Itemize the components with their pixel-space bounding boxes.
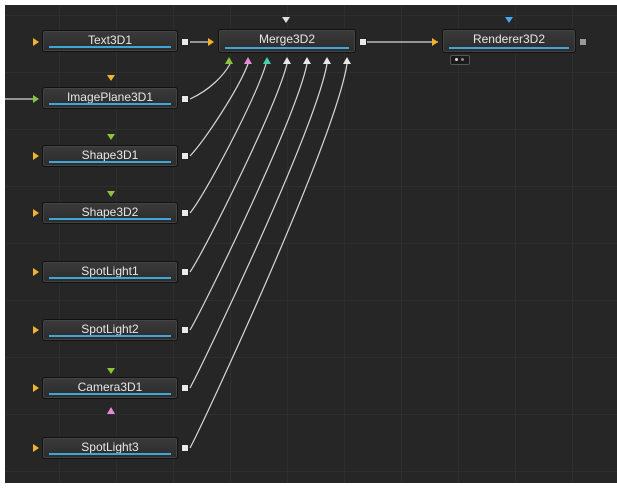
camera3d1-image-input[interactable] bbox=[107, 407, 115, 414]
node-camera3d1-bar bbox=[49, 393, 171, 395]
shape3d2-output[interactable] bbox=[181, 209, 189, 217]
spotlight1-input-arrow[interactable] bbox=[33, 268, 39, 276]
spotlight3-input-arrow[interactable] bbox=[33, 444, 39, 452]
shape3d1-input-arrow[interactable] bbox=[33, 152, 39, 160]
shape3d2-mask-input[interactable] bbox=[107, 191, 115, 197]
node-spotlight2[interactable]: SpotLight2 bbox=[42, 319, 178, 341]
node-shape3d2[interactable]: Shape3D2 bbox=[42, 202, 178, 224]
imageplane3d1-mask-input[interactable] bbox=[107, 75, 115, 81]
merge3d2-top-input[interactable] bbox=[282, 17, 290, 23]
node-imageplane3d1-bar bbox=[49, 103, 171, 105]
node-spotlight3[interactable]: SpotLight3 bbox=[42, 437, 178, 459]
node-camera3d1[interactable]: Camera3D1 bbox=[42, 377, 178, 399]
merge3d2-output[interactable] bbox=[359, 38, 367, 46]
node-shape3d1-bar bbox=[49, 161, 171, 163]
node-merge3d2-bar bbox=[225, 47, 349, 49]
text3d1-output[interactable] bbox=[181, 38, 189, 46]
spotlight2-output[interactable] bbox=[181, 326, 189, 334]
merge-input-2[interactable] bbox=[244, 57, 252, 64]
node-editor-canvas[interactable] bbox=[5, 5, 617, 483]
camera3d1-mask-input[interactable] bbox=[107, 368, 115, 374]
shape3d1-output[interactable] bbox=[181, 152, 189, 160]
node-spotlight1[interactable]: SpotLight1 bbox=[42, 261, 178, 283]
node-renderer3d2-label: Renderer3D2 bbox=[472, 32, 546, 46]
node-merge3d2-label: Merge3D2 bbox=[258, 32, 316, 46]
merge-input-5[interactable] bbox=[303, 57, 311, 64]
node-spotlight2-bar bbox=[49, 335, 171, 337]
renderer3d2-output[interactable] bbox=[579, 38, 587, 46]
renderer3d2-input-arrow[interactable] bbox=[432, 38, 438, 46]
renderer3d2-top-input[interactable] bbox=[505, 17, 513, 23]
node-merge3d2[interactable]: Merge3D2 bbox=[218, 29, 356, 53]
shape3d2-input-arrow[interactable] bbox=[33, 209, 39, 217]
shape3d1-mask-input[interactable] bbox=[107, 134, 115, 140]
spotlight3-output[interactable] bbox=[181, 444, 189, 452]
merge-input-4[interactable] bbox=[283, 57, 291, 64]
camera3d1-output[interactable] bbox=[181, 384, 189, 392]
merge-input-3[interactable] bbox=[263, 57, 271, 64]
merge-input-6[interactable] bbox=[323, 57, 331, 64]
spotlight1-output[interactable] bbox=[181, 268, 189, 276]
renderer3d2-view-badge[interactable] bbox=[450, 55, 470, 65]
node-spotlight3-bar bbox=[49, 453, 171, 455]
camera3d1-input-arrow[interactable] bbox=[33, 384, 39, 392]
node-imageplane3d1[interactable]: ImagePlane3D1 bbox=[42, 87, 178, 109]
merge-input-7[interactable] bbox=[343, 57, 351, 64]
node-shape3d1[interactable]: Shape3D1 bbox=[42, 145, 178, 167]
node-renderer3d2[interactable]: Renderer3D2 bbox=[442, 29, 576, 53]
node-shape3d2-bar bbox=[49, 218, 171, 220]
merge-background-input-arrow[interactable] bbox=[208, 38, 214, 46]
node-text3d1[interactable]: Text3D1 bbox=[42, 30, 178, 52]
node-spotlight1-bar bbox=[49, 277, 171, 279]
node-renderer3d2-bar bbox=[449, 47, 569, 49]
spotlight2-input-arrow[interactable] bbox=[33, 326, 39, 334]
imageplane3d1-input-arrow[interactable] bbox=[33, 95, 39, 103]
merge-input-1[interactable] bbox=[225, 57, 233, 64]
imageplane3d1-output[interactable] bbox=[181, 95, 189, 103]
text3d1-input-arrow[interactable] bbox=[33, 38, 39, 46]
node-text3d1-bar bbox=[49, 46, 171, 48]
